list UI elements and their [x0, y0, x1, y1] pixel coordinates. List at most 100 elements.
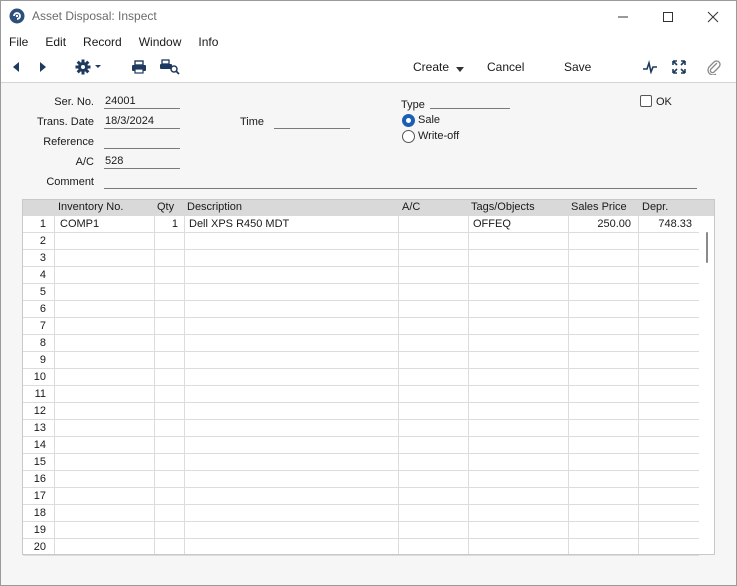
cell-inventory-no[interactable]	[55, 488, 154, 505]
cell-inventory-no[interactable]	[55, 420, 154, 437]
cell-tags-objects[interactable]	[469, 403, 568, 420]
cell-description[interactable]	[185, 420, 398, 437]
cell-qty[interactable]	[155, 403, 184, 420]
cell-description[interactable]	[185, 301, 398, 318]
table-row[interactable]: 3	[23, 250, 699, 267]
cell-depr[interactable]	[639, 403, 699, 420]
table-row[interactable]: 14	[23, 437, 699, 454]
cell-depr[interactable]	[639, 454, 699, 471]
paperclip-icon[interactable]	[705, 59, 723, 75]
cell-ac[interactable]	[399, 539, 468, 556]
table-row[interactable]: 8	[23, 335, 699, 352]
cell-sales-price[interactable]	[569, 301, 638, 318]
pulse-icon[interactable]	[641, 59, 659, 75]
cell-sales-price[interactable]	[569, 420, 638, 437]
cell-inventory-no[interactable]	[55, 301, 154, 318]
cell-tags-objects[interactable]	[469, 471, 568, 488]
table-row[interactable]: 5	[23, 284, 699, 301]
cell-inventory-no[interactable]	[55, 318, 154, 335]
cell-tags-objects[interactable]	[469, 420, 568, 437]
cell-ac[interactable]	[399, 386, 468, 403]
cell-inventory-no[interactable]	[55, 250, 154, 267]
ac-field[interactable]: 528	[104, 155, 180, 169]
cell-depr[interactable]	[639, 267, 699, 284]
close-button[interactable]	[690, 5, 735, 29]
ok-checkbox[interactable]	[640, 95, 652, 107]
cell-depr[interactable]	[639, 522, 699, 539]
cell-description[interactable]	[185, 267, 398, 284]
cell-depr[interactable]	[639, 233, 699, 250]
cell-qty[interactable]	[155, 335, 184, 352]
cell-qty[interactable]: 1	[155, 216, 184, 233]
cell-ac[interactable]	[399, 488, 468, 505]
cell-sales-price[interactable]	[569, 335, 638, 352]
cell-description[interactable]	[185, 539, 398, 556]
cell-tags-objects[interactable]	[469, 369, 568, 386]
cell-tags-objects[interactable]: OFFEQ	[469, 216, 568, 233]
cell-tags-objects[interactable]	[469, 352, 568, 369]
cell-sales-price[interactable]	[569, 284, 638, 301]
col-depr[interactable]: Depr.	[642, 201, 668, 213]
cell-depr[interactable]	[639, 420, 699, 437]
minimize-button[interactable]	[600, 5, 645, 29]
cell-description[interactable]	[185, 386, 398, 403]
create-button[interactable]: Create	[413, 60, 465, 75]
cell-tags-objects[interactable]	[469, 522, 568, 539]
cell-qty[interactable]	[155, 369, 184, 386]
cell-sales-price[interactable]	[569, 437, 638, 454]
cell-depr[interactable]	[639, 505, 699, 522]
cell-sales-price[interactable]: 250.00	[569, 216, 638, 233]
cell-depr[interactable]	[639, 471, 699, 488]
table-row[interactable]: 15	[23, 454, 699, 471]
cell-ac[interactable]	[399, 505, 468, 522]
table-row[interactable]: 1 COMP1 1 Dell XPS R450 MDT OFFEQ 250.00 748.3…	[23, 216, 699, 233]
cell-depr[interactable]	[639, 352, 699, 369]
vertical-scrollbar[interactable]	[699, 216, 714, 554]
menu-edit[interactable]: Edit	[45, 32, 66, 52]
cell-qty[interactable]	[155, 386, 184, 403]
cell-inventory-no[interactable]	[55, 403, 154, 420]
cell-qty[interactable]	[155, 522, 184, 539]
table-row[interactable]: 7	[23, 318, 699, 335]
menu-window[interactable]: Window	[139, 32, 182, 52]
table-row[interactable]: 2	[23, 233, 699, 250]
print-icon[interactable]	[130, 59, 148, 75]
cell-description[interactable]	[185, 488, 398, 505]
table-row[interactable]: 6	[23, 301, 699, 318]
cell-inventory-no[interactable]	[55, 386, 154, 403]
cell-inventory-no[interactable]	[55, 352, 154, 369]
cell-qty[interactable]	[155, 471, 184, 488]
ser-no-field[interactable]: 24001	[104, 95, 180, 109]
cell-depr[interactable]	[639, 437, 699, 454]
cell-inventory-no[interactable]	[55, 335, 154, 352]
col-tags-objects[interactable]: Tags/Objects	[471, 201, 535, 213]
cell-sales-price[interactable]	[569, 488, 638, 505]
col-description[interactable]: Description	[187, 201, 242, 213]
cell-ac[interactable]	[399, 454, 468, 471]
menu-file[interactable]: File	[9, 32, 28, 52]
col-ac[interactable]: A/C	[402, 201, 420, 213]
cell-qty[interactable]	[155, 233, 184, 250]
cell-qty[interactable]	[155, 352, 184, 369]
table-row[interactable]: 18	[23, 505, 699, 522]
cell-inventory-no[interactable]	[55, 539, 154, 556]
comment-field[interactable]	[104, 175, 697, 189]
col-sales-price[interactable]: Sales Price	[571, 201, 627, 213]
cell-sales-price[interactable]	[569, 471, 638, 488]
cell-tags-objects[interactable]	[469, 454, 568, 471]
cell-tags-objects[interactable]	[469, 250, 568, 267]
type-writeoff-label[interactable]: Write-off	[418, 130, 459, 142]
cell-depr[interactable]	[639, 301, 699, 318]
cell-ac[interactable]	[399, 216, 468, 233]
col-inventory-no[interactable]: Inventory No.	[58, 201, 123, 213]
col-qty[interactable]: Qty	[157, 201, 174, 213]
cell-description[interactable]	[185, 284, 398, 301]
cell-inventory-no[interactable]	[55, 522, 154, 539]
cell-qty[interactable]	[155, 454, 184, 471]
forward-arrow-icon[interactable]	[34, 59, 52, 75]
cell-inventory-no[interactable]	[55, 454, 154, 471]
cell-depr[interactable]	[639, 284, 699, 301]
cell-ac[interactable]	[399, 420, 468, 437]
table-row[interactable]: 19	[23, 522, 699, 539]
cell-tags-objects[interactable]	[469, 233, 568, 250]
